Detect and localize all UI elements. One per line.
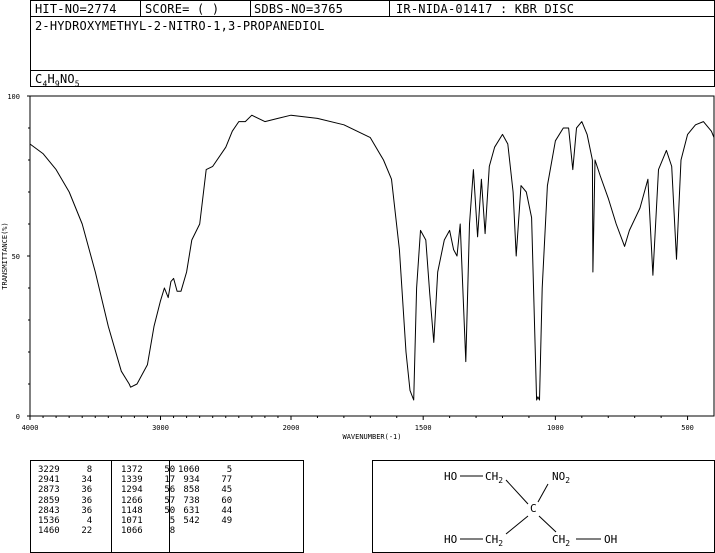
peak-row: 934 77 [178, 475, 233, 486]
peak-row: 3229 8 [38, 465, 93, 475]
peak-row: 1372 50 [121, 465, 176, 475]
peak-row: 1460 22 [38, 526, 93, 537]
hit-number: HIT-NO=2774 [35, 2, 117, 16]
x-tick-label: 3000 [152, 424, 169, 432]
peak-row: 2873 36 [38, 485, 93, 496]
peak-row: 1060 5 [178, 465, 233, 475]
peak-row: 1148 50 [121, 505, 176, 516]
no2-label: NO2 [552, 470, 570, 485]
ir-spectrum-chart: 4000 3000 2000 1500 1000 500 0 50 100 WAVENUMBER(… [1, 93, 715, 441]
y-tick-label: 100 [7, 93, 20, 101]
header-divider [389, 0, 390, 17]
ch2-bottom-right-label: CH2 [552, 533, 570, 548]
peak-row: 1066 8 [121, 526, 176, 537]
score: SCORE= ( ) [145, 2, 220, 16]
header-bar [30, 0, 715, 17]
y-tick-label: 50 [12, 253, 20, 261]
compound-name: 2-HYDROXYMETHYL-2-NITRO-1,3-PROPANEDIOL [35, 19, 325, 33]
peak-row: 858 45 [178, 485, 233, 496]
peak-row: 738 60 [178, 495, 233, 506]
peak-row: 2941 34 [38, 475, 93, 486]
chemical-structure: HO CH2 NO2 C HO CH2 CH2 OH [444, 470, 617, 548]
peak-row: 1536 4 [38, 516, 93, 527]
peak-row: 542 49 [178, 516, 233, 527]
peak-row: 1294 56 [121, 485, 176, 496]
peak-row: 631 44 [178, 505, 233, 516]
plot-frame [29, 95, 715, 417]
header-divider [140, 0, 141, 17]
ho-top-label: HO [444, 470, 457, 483]
x-tick-label: 2000 [283, 424, 300, 432]
oh-right-label: OH [604, 533, 617, 546]
peak-column-2: 1372 50 1339 17 1294 56 1266 57 1148 50 1071 … [121, 465, 175, 536]
x-tick-label: 500 [681, 424, 694, 432]
formula-box [30, 70, 715, 87]
y-axis-label: TRANSMITTANCE(%) [1, 222, 9, 289]
peak-table-divider [111, 460, 112, 553]
peak-row: 2843 36 [38, 505, 93, 516]
header-divider [250, 0, 251, 17]
ho-bottom-label: HO [444, 533, 457, 546]
ch2-bottom-left-label: CH2 [485, 533, 503, 548]
x-tick-label: 4000 [22, 424, 39, 432]
center-carbon-label: C [530, 502, 537, 515]
spectrum-line [29, 114, 715, 401]
peak-column-3: 1060 5 934 77 858 45 738 60 631 44 542 4… [178, 465, 232, 526]
peak-row: 1266 57 [121, 495, 176, 506]
x-tick-label: 1500 [415, 424, 432, 432]
sdbs-number: SDBS-NO=3765 [254, 2, 344, 16]
ch2-top-label: CH2 [485, 470, 503, 485]
x-tick-label: 1000 [547, 424, 564, 432]
peak-row: 1071 5 [121, 516, 176, 527]
peak-column-1: 3229 8 2941 34 2873 36 2859 36 2843 36 1536 4… [38, 465, 92, 536]
peak-row: 1339 17 [121, 475, 176, 486]
x-axis-label: WAVENUMBER(-1) [342, 433, 401, 441]
y-tick-label: 0 [16, 413, 20, 421]
ir-method: IR-NIDA-01417 : KBR DISC [396, 2, 575, 16]
peak-row: 2859 36 [38, 495, 93, 506]
